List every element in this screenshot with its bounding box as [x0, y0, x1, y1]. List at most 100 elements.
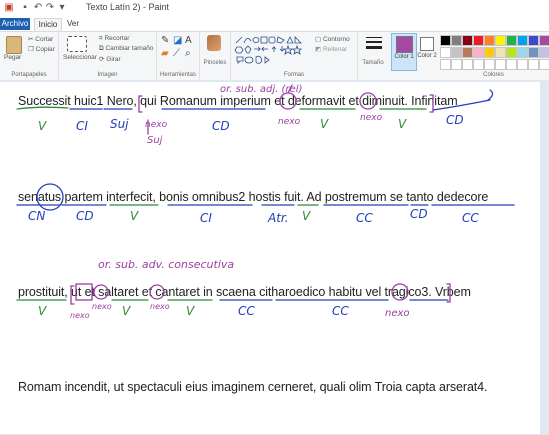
palette-swatch-empty[interactable]: [495, 59, 506, 70]
tab-file[interactable]: Archivo: [0, 18, 30, 30]
shapes-group: ▢ Contorno ◩ Rellenar Formas: [231, 32, 358, 80]
fill-button[interactable]: ◩ Rellenar: [315, 45, 347, 53]
copy-icon: ❐: [28, 46, 34, 53]
color1-button[interactable]: Color 1: [391, 33, 417, 71]
palette-swatch[interactable]: [484, 47, 495, 58]
palette-swatch[interactable]: [495, 35, 506, 46]
outline-button[interactable]: ▢ Contorno: [315, 35, 350, 43]
text-line-4: Romam incendit, ut spectaculi eius imagi…: [18, 380, 488, 394]
tools-group-label: Herramientas: [159, 72, 196, 78]
color2-label: Color 2: [417, 53, 437, 59]
paste-button[interactable]: Pegar: [4, 54, 21, 61]
palette-swatch-empty[interactable]: [484, 59, 495, 70]
clipboard-group: Pegar ✂ Cortar ❐ Copiar Portapapeles: [0, 32, 59, 80]
save-icon[interactable]: ▪: [20, 3, 30, 13]
palette-swatch[interactable]: [440, 35, 451, 46]
palette-swatch-empty[interactable]: [451, 59, 462, 70]
color2-swatch: [420, 37, 434, 51]
palette-swatch-empty[interactable]: [539, 59, 549, 70]
palette-swatch-empty[interactable]: [440, 59, 451, 70]
image-group-label: Imagen: [97, 72, 118, 78]
image-group: Seleccionar ⌗ Recortar ⧉ Cambiar tamaño …: [59, 32, 157, 80]
copy-button[interactable]: ❐ Copiar: [28, 45, 55, 53]
palette-swatch-empty[interactable]: [473, 59, 484, 70]
select-icon: [67, 36, 87, 52]
brush-icon: [207, 35, 221, 51]
ribbon: Pegar ✂ Cortar ❐ Copiar Portapapeles Sel…: [0, 31, 549, 81]
palette-swatch[interactable]: [517, 47, 528, 58]
palette-swatch[interactable]: [473, 35, 484, 46]
fill-icon: ◩: [315, 46, 322, 53]
pencil-icon[interactable]: ✎: [161, 35, 169, 46]
redo-icon[interactable]: ↷: [45, 3, 55, 13]
text-line-2: senatus partem interfecit, bonis omnibus…: [18, 190, 489, 204]
color1-label: Color 1: [394, 54, 414, 60]
brushes-label: Pinceles: [203, 60, 227, 66]
size-group[interactable]: Tamaño: [358, 32, 388, 80]
palette-swatch-empty[interactable]: [517, 59, 528, 70]
palette-swatch[interactable]: [539, 47, 549, 58]
crop-button[interactable]: ⌗ Recortar: [99, 35, 129, 43]
color1-swatch: [396, 36, 413, 53]
text-line-3: prostituit, ut et saltaret et cantaret i…: [18, 285, 471, 299]
tab-home[interactable]: Inicio: [34, 18, 62, 31]
window-title: Texto Latín 2) - Paint: [86, 2, 170, 12]
palette-swatch[interactable]: [506, 35, 517, 46]
palette-swatch[interactable]: [473, 47, 484, 58]
cut-button[interactable]: ✂ Cortar: [28, 35, 53, 43]
palette-swatch[interactable]: [440, 47, 451, 58]
copy-label: Copiar: [35, 46, 55, 53]
ribbon-tabs: Archivo Inicio Ver: [0, 17, 549, 31]
size-line-thick: [366, 46, 382, 49]
palette-swatch[interactable]: [451, 47, 462, 58]
palette-swatch[interactable]: [539, 35, 549, 46]
crop-icon: ⌗: [99, 35, 103, 42]
shapes-gallery[interactable]: [234, 35, 310, 67]
cut-label: Cortar: [35, 36, 54, 43]
rotate-icon: ⟳: [99, 56, 105, 63]
fill-bucket-icon[interactable]: ◪: [173, 35, 182, 46]
text-line-1: Successit huic1 Nero, qui Romanum imperi…: [18, 94, 458, 108]
palette-swatch[interactable]: [484, 35, 495, 46]
tools-group: ✎ ◪ A ▰ ⟋ ⌕ Herramientas: [157, 32, 200, 80]
brushes-group[interactable]: Pinceles: [200, 32, 231, 80]
text-icon[interactable]: A: [185, 35, 192, 46]
rotate-button[interactable]: ⟳ Girar: [99, 55, 121, 63]
palette-swatch-empty[interactable]: [528, 59, 539, 70]
outline-icon: ▢: [315, 36, 322, 43]
palette-swatch[interactable]: [528, 47, 539, 58]
palette-swatch[interactable]: [451, 35, 462, 46]
palette-swatch-empty[interactable]: [462, 59, 473, 70]
size-label: Tamaño: [362, 60, 384, 66]
undo-icon[interactable]: ↶: [33, 3, 43, 13]
paint-app-icon: ▣: [4, 2, 14, 13]
shapes-group-label: Formas: [283, 72, 305, 78]
palette-swatch[interactable]: [506, 47, 517, 58]
palette-swatch[interactable]: [462, 47, 473, 58]
paste-icon: [6, 36, 22, 54]
eraser-icon[interactable]: ▰: [161, 48, 169, 59]
palette-swatch[interactable]: [462, 35, 473, 46]
crop-label: Recortar: [104, 35, 130, 42]
palette-swatch[interactable]: [528, 35, 539, 46]
outline-label: Contorno: [322, 36, 350, 43]
magnifier-icon[interactable]: ⌕: [185, 48, 191, 59]
resize-button[interactable]: ⧉ Cambiar tamaño: [99, 45, 154, 53]
tab-view[interactable]: Ver: [64, 18, 82, 30]
size-line-medium: [366, 41, 382, 43]
quick-access-dropdown-icon[interactable]: ▾: [57, 3, 67, 13]
colors-group-label: Colores: [483, 72, 504, 78]
color2-button[interactable]: Color 2: [417, 33, 437, 69]
palette-swatch[interactable]: [517, 35, 528, 46]
color-picker-icon[interactable]: ⟋: [173, 48, 180, 59]
size-line-thin: [366, 37, 382, 38]
title-bar: ▣ ▪ ↶ ↷ ▾ Texto Latín 2) - Paint: [0, 0, 549, 18]
cut-icon: ✂: [28, 36, 34, 43]
fill-label: Rellenar: [322, 46, 348, 53]
rotate-label: Girar: [106, 56, 121, 63]
select-button[interactable]: Seleccionar: [63, 54, 97, 61]
resize-label: Cambiar tamaño: [105, 45, 154, 52]
palette-swatch-empty[interactable]: [506, 59, 517, 70]
palette-swatch[interactable]: [495, 47, 506, 58]
clipboard-group-label: Portapapeles: [11, 72, 47, 78]
